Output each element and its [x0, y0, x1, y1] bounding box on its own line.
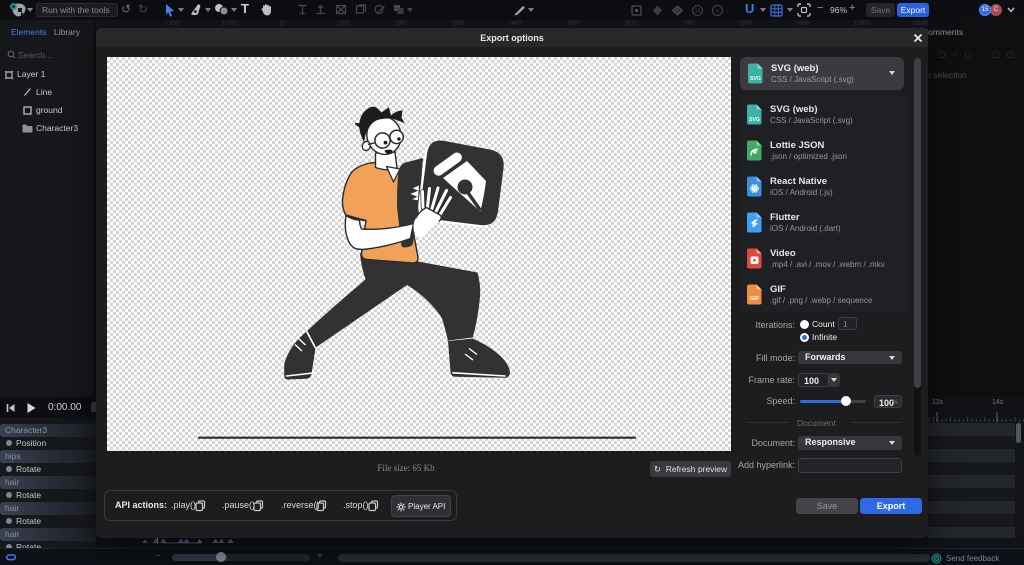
svg-text:SVG: SVG [749, 117, 760, 123]
svg-text:SVG: SVG [750, 76, 761, 82]
svg-text:↻: ↻ [715, 8, 719, 14]
svg-text:GIF: GIF [750, 296, 760, 302]
svg-text:10: 10 [695, 8, 701, 14]
